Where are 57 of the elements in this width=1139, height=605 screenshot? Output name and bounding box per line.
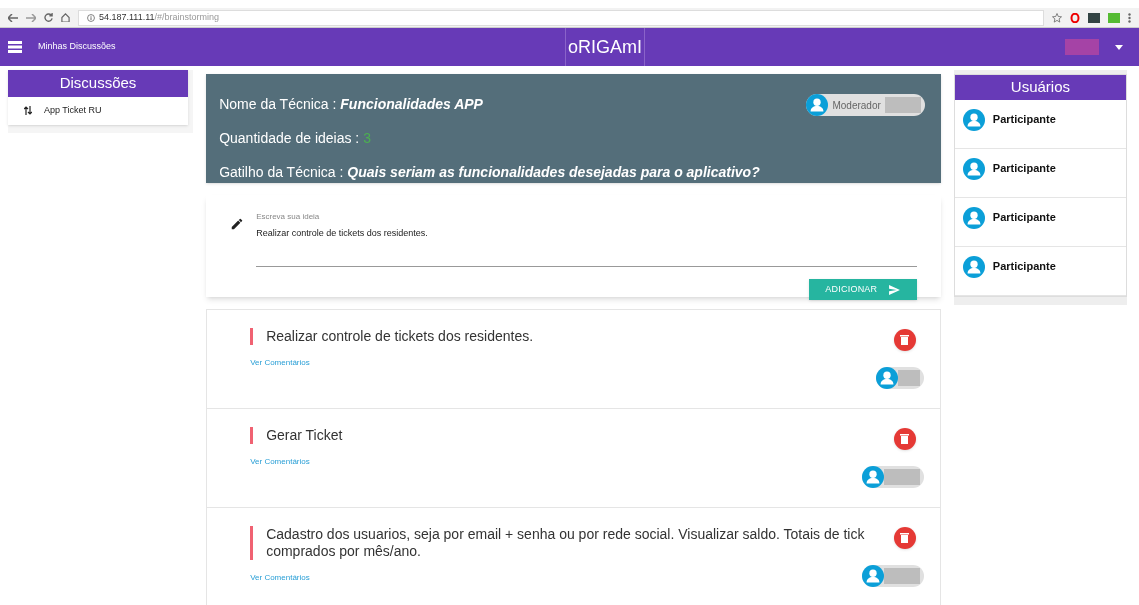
add-button[interactable]: ADICIONAR [808,279,917,300]
toggle-switch[interactable] [861,466,924,488]
user-icon [861,466,884,488]
panel-title: Usuários [954,75,1126,100]
dropdown-caret-icon[interactable] [1115,44,1123,50]
user-icon [962,157,985,180]
menu-link[interactable]: Minhas Discussões [38,40,116,54]
idea-text: Cadastro dos usuarios, seja por email + senha ou por rede social. Visualizar saldo. Totais de tick [266,526,865,543]
user-role: Participante [992,111,1056,127]
technique-name: Nome da Técnica : Funcionalidades APP [219,95,483,114]
idea-input-field[interactable]: Escreva sua ideia Realizar controle de tickets dos residentes. [256,211,917,267]
user-icon [875,367,898,389]
idea-count: Quantidade de ideias : 3 [219,129,371,148]
delete-button[interactable] [893,428,916,450]
url-text: 54.187.111.11/#/brainstorming [99,10,220,24]
user-icon [962,206,985,229]
user-role: Participante [992,258,1056,274]
delete-button[interactable] [893,329,916,351]
send-icon [889,284,901,295]
user-role: Participante [992,209,1056,225]
user-role: Participante [992,160,1056,176]
idea-text: Gerar Ticket [266,427,343,444]
toggle-switch[interactable] [875,367,924,389]
trash-icon [900,335,910,345]
list-icon[interactable] [8,41,22,53]
pencil-icon [230,217,245,231]
star-icon[interactable] [1052,12,1062,23]
idea-text: comprados por mês/ano. [266,543,421,560]
address-bar[interactable]: 54.187.111.11/#/brainstorming [78,9,1044,26]
opera-icon[interactable] [1070,12,1080,23]
app-logo: oRIGAmI [565,28,645,66]
info-icon [87,13,95,22]
comments-link[interactable]: Ver Comentários [250,357,310,369]
home-icon[interactable] [61,13,70,22]
discussion-item[interactable]: App Ticket RU [8,96,188,125]
toggle-switch[interactable]: Moderador [806,94,925,116]
user-icon [861,565,884,587]
discussion-label: App Ticket RU [44,103,102,117]
trash-icon [900,533,910,543]
sort-icon [24,106,32,115]
toggle-switch[interactable] [861,565,924,587]
forward-icon[interactable] [26,13,36,22]
panel-title: Discussões [8,70,188,97]
user-icon [962,255,985,278]
toggle-label: Moderador [831,98,882,113]
trash-icon [900,434,910,444]
delete-button[interactable] [893,527,916,549]
user-icon [806,94,829,116]
user-icon [962,108,985,131]
kebab-menu-icon[interactable] [1128,12,1131,23]
comments-link[interactable]: Ver Comentários [250,456,310,468]
back-icon[interactable] [8,13,18,22]
extension-icon[interactable] [1088,12,1100,23]
technique-trigger: Gatilho da Técnica : Quais seriam as funcionalidades desejadas para o aplicativo? [219,163,760,182]
comments-link[interactable]: Ver Comentários [250,572,310,584]
reload-icon[interactable] [44,13,53,22]
idea-text: Realizar controle de tickets dos residentes. [266,328,534,345]
